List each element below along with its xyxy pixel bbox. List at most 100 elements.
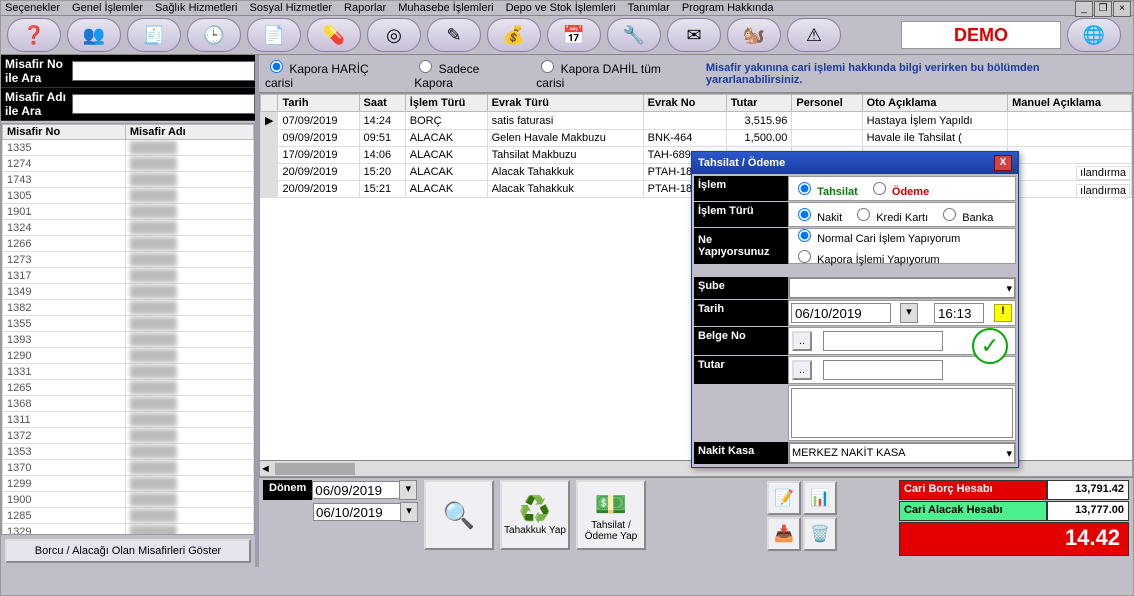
opt-kapora-dahil[interactable]: Kapora DAHİL tüm carisi [536,57,688,90]
menu-secenekler[interactable]: Seçenekler [5,2,60,14]
opt-kredi[interactable]: Kredi Kartı [852,205,928,224]
guest-row[interactable]: 1393██████ [3,332,254,348]
col-evrak-no[interactable]: Evrak No [643,95,726,112]
guest-list[interactable]: Misafir No Misafir Adı 1335██████1274███… [1,123,255,535]
warn-icon[interactable]: ! [994,304,1012,322]
menu-hakkinda[interactable]: Program Hakkında [682,2,774,14]
guest-row[interactable]: 1311██████ [3,412,254,428]
search-ad-input[interactable] [72,94,255,114]
donem-end-dd[interactable]: ▾ [400,502,418,522]
col-islem[interactable]: İşlem Türü [405,95,487,112]
guest-row[interactable]: 1372██████ [3,428,254,444]
opt-kapora[interactable]: Kapora İşlemi Yapıyorum [793,247,940,266]
donem-end-input[interactable] [313,503,401,521]
col-personel[interactable]: Personel [792,95,862,112]
show-debtors-button[interactable]: Borcu / Alacağı Olan Misafirleri Göster [5,539,251,563]
kasa-select[interactable]: MERKEZ NAKİT KASA▾ [789,443,1015,463]
col-misafir-adi[interactable]: Misafir Adı [125,125,253,140]
col-oto[interactable]: Oto Açıklama [862,95,1008,112]
guest-row[interactable]: 1285██████ [3,508,254,524]
guest-row[interactable]: 1382██████ [3,300,254,316]
dlg-tarih-dd[interactable]: ▾ [900,303,918,323]
guest-row[interactable]: 1743██████ [3,172,254,188]
mascot-icon[interactable]: 🐿️ [727,18,781,52]
guest-row[interactable]: 1273██████ [3,252,254,268]
belge-input[interactable] [823,331,943,351]
col-manuel[interactable]: Manuel Açıklama [1008,95,1132,112]
warn-icon[interactable]: ⚠ [787,18,841,52]
edit-doc-icon[interactable]: 📝 [767,481,801,515]
guest-row[interactable]: 1299██████ [3,476,254,492]
close-button[interactable]: × [1113,1,1131,17]
wrench-icon[interactable]: 🔧 [607,18,661,52]
col-tutar[interactable]: Tutar [726,95,792,112]
sube-select[interactable]: ▾ [789,278,1015,298]
guest-row[interactable]: 1901██████ [3,204,254,220]
mail-icon[interactable]: ✉ [667,18,721,52]
guest-row[interactable]: 1368██████ [3,396,254,412]
guest-row[interactable]: 1265██████ [3,380,254,396]
trash-icon[interactable]: 🗑️ [803,517,837,551]
globe-icon[interactable]: 🌐 [1067,18,1121,52]
document-icon[interactable]: 📄 [247,18,301,52]
dlg-saat-input[interactable] [934,303,984,323]
help-icon[interactable]: ❓ [7,18,61,52]
menu-depo[interactable]: Depo ve Stok İşlemleri [506,2,616,14]
guest-row[interactable]: 1290██████ [3,348,254,364]
confirm-button[interactable]: ✓ [972,328,1008,364]
menu-genel[interactable]: Genel İşlemler [72,2,143,14]
guest-row[interactable]: 1370██████ [3,460,254,476]
money-icon[interactable]: 💰 [487,18,541,52]
ledger-row[interactable]: ▶07/09/201914:24BORÇsatis faturasi3,515.… [261,112,1132,130]
guest-row[interactable]: 1305██████ [3,188,254,204]
calendar-icon[interactable]: 📅 [547,18,601,52]
aciklama-textarea[interactable] [791,388,1013,438]
opt-nakit[interactable]: Nakit [793,205,842,224]
dlg-tarih-input[interactable] [791,303,891,323]
export-excel-icon[interactable]: 📥 [767,517,801,551]
pills-icon[interactable]: 💊 [307,18,361,52]
opt-sadece-kapora[interactable]: Sadece Kapora [414,57,518,90]
belge-lookup-button[interactable]: .. [792,331,812,351]
opt-normal[interactable]: Normal Cari İşlem Yapıyorum [793,226,960,245]
people-icon[interactable]: 👥 [67,18,121,52]
donem-start-dd[interactable]: ▾ [399,480,417,500]
ledger-row[interactable]: 09/09/201909:51ALACAKGelen Havale Makbuz… [261,130,1132,147]
dialog-close-button[interactable]: X [994,155,1012,171]
guest-row[interactable]: 1274██████ [3,156,254,172]
guest-row[interactable]: 1900██████ [3,492,254,508]
col-saat[interactable]: Saat [359,95,405,112]
guest-row[interactable]: 1266██████ [3,236,254,252]
menu-muhasebe[interactable]: Muhasebe İşlemleri [398,2,493,14]
guest-row[interactable]: 1331██████ [3,364,254,380]
guest-row[interactable]: 1317██████ [3,268,254,284]
tutar-lookup-button[interactable]: .. [792,360,812,380]
opt-kapora-haric[interactable]: Kapora HARİÇ carisi [265,57,396,90]
guest-row[interactable]: 1335██████ [3,140,254,156]
col-misafir-no[interactable]: Misafir No [3,125,126,140]
donem-start-input[interactable] [312,481,400,499]
invoice-icon[interactable]: 🧾 [127,18,181,52]
guest-row[interactable]: 1329██████ [3,524,254,536]
excel-icon[interactable]: 📊 [803,481,837,515]
tahsilat-button[interactable]: 💵Tahsilat / Ödeme Yap [576,480,646,550]
menu-tanimlar[interactable]: Tanımlar [628,2,670,14]
guest-row[interactable]: 1353██████ [3,444,254,460]
opt-banka[interactable]: Banka [938,205,993,224]
target-icon[interactable]: ◎ [367,18,421,52]
guest-row[interactable]: 1324██████ [3,220,254,236]
minimize-button[interactable]: _ [1075,1,1093,17]
tutar-input[interactable] [823,360,943,380]
opt-tahsilat[interactable]: Tahsilat [793,179,858,198]
tahakkuk-button[interactable]: ♻️Tahakkuk Yap [500,480,570,550]
restore-button[interactable]: ❐ [1094,1,1112,17]
guest-row[interactable]: 1355██████ [3,316,254,332]
menu-sosyal[interactable]: Sosyal Hizmetler [250,2,333,14]
search-button[interactable]: 🔍 [424,480,494,550]
col-tarih[interactable]: Tarih [278,95,359,112]
col-evrak-turu[interactable]: Evrak Türü [487,95,643,112]
pen-icon[interactable]: ✎ [427,18,481,52]
menu-saglik[interactable]: Sağlık Hizmetleri [155,2,238,14]
guest-row[interactable]: 1349██████ [3,284,254,300]
opt-odeme[interactable]: Ödeme [868,179,929,198]
